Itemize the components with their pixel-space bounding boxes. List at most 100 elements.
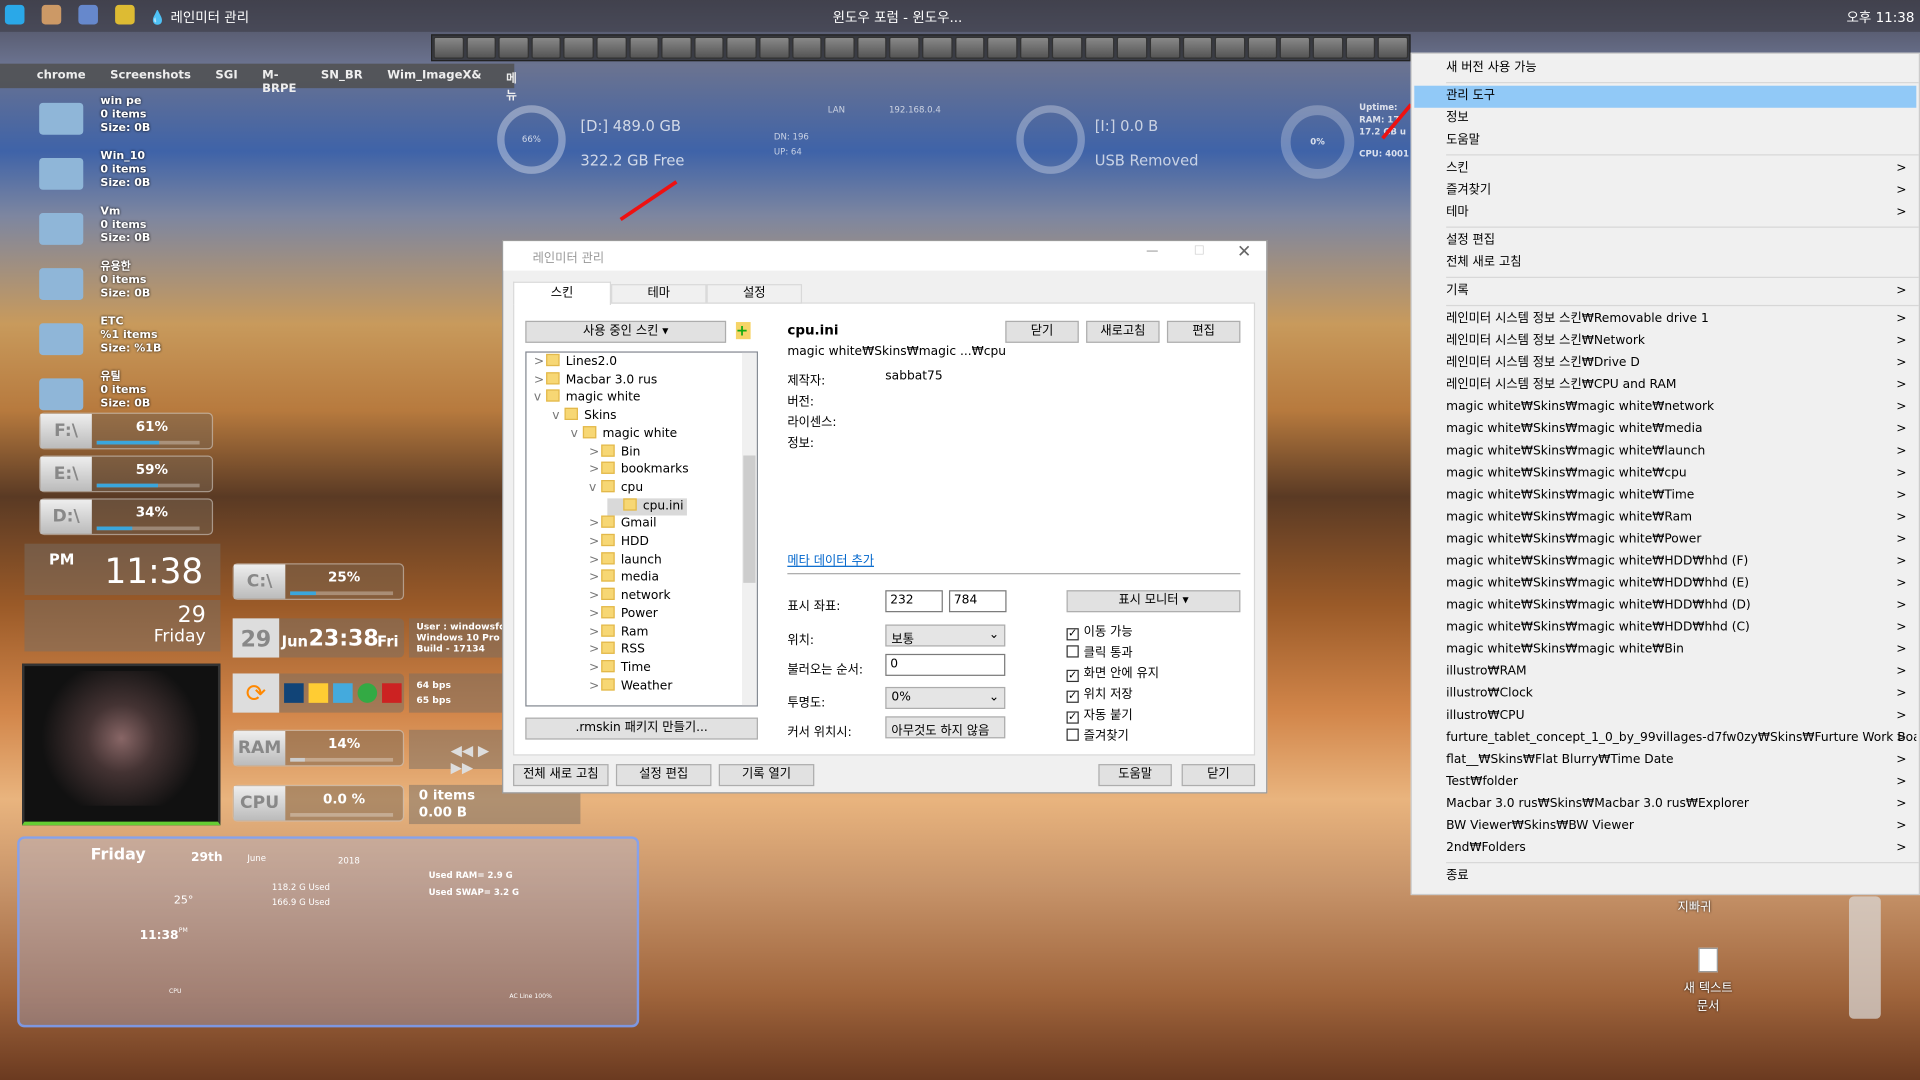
- folder-widget[interactable]: 유용한 0 items Size: 0B: [37, 261, 208, 312]
- menu-item[interactable]: 레인미터 시스템 정보 스킨₩Network >: [1414, 331, 1916, 353]
- expand-toggle[interactable]: >: [534, 354, 546, 371]
- unload-button[interactable]: 닫기: [1005, 320, 1079, 343]
- expand-toggle[interactable]: >: [589, 444, 601, 461]
- dock-app-icon[interactable]: [693, 36, 725, 59]
- tree-file[interactable]: cpu.ini: [607, 497, 688, 516]
- control-panel-icon[interactable]: [333, 683, 353, 703]
- edit-settings-button[interactable]: 설정 편집: [615, 764, 712, 787]
- dock-app-icon[interactable]: [466, 36, 497, 59]
- app-icon[interactable]: [115, 4, 135, 25]
- chrome-icon[interactable]: [357, 683, 378, 703]
- skin-tree[interactable]: > Lines2.0 > Macbar 3.0 rus v magic white v Ski…: [525, 351, 758, 707]
- dock-app-icon[interactable]: [1215, 36, 1246, 59]
- menu-item[interactable]: Macbar 3.0 rus₩Skins₩Macbar 3.0 rus₩Expl…: [1414, 793, 1916, 815]
- dock-app-icon[interactable]: [1084, 36, 1115, 59]
- menu-item[interactable]: 레인미터 시스템 정보 스킨₩CPU and RAM >: [1414, 375, 1916, 397]
- fav-item[interactable]: Screenshots: [98, 64, 203, 88]
- dock-app-icon[interactable]: [889, 36, 920, 59]
- dock-app-icon[interactable]: [433, 36, 464, 59]
- menu-item[interactable]: 관리 도구: [1414, 85, 1917, 108]
- fav-item[interactable]: chrome: [24, 64, 97, 88]
- refresh-all-button[interactable]: 전체 새로 고침: [513, 764, 609, 787]
- tree-folder[interactable]: > media: [589, 569, 659, 587]
- menu-item[interactable]: 기록 >: [1414, 280, 1916, 302]
- expand-toggle[interactable]: >: [589, 606, 601, 623]
- dock-app-icon[interactable]: [1149, 36, 1180, 59]
- expand-toggle[interactable]: v: [552, 408, 564, 425]
- menu-item[interactable]: 새 버전 사용 가능: [1414, 58, 1916, 80]
- close-dialog-button[interactable]: 닫기: [1181, 764, 1256, 787]
- tree-folder[interactable]: v magic white: [534, 389, 640, 407]
- dock-app-icon[interactable]: [498, 36, 529, 59]
- dock-app-icon[interactable]: [856, 36, 887, 59]
- option-checkbox[interactable]: 클릭 통과: [1066, 642, 1133, 660]
- computer-icon[interactable]: [284, 683, 304, 703]
- menu-item[interactable]: magic white₩Skins₩magic white₩Power >: [1414, 529, 1916, 551]
- help-button[interactable]: 도움말: [1098, 764, 1172, 787]
- refresh-button[interactable]: 새로고침: [1086, 320, 1160, 343]
- desktop-icon-text-file[interactable]: 새 텍스트 문서: [1678, 947, 1739, 1014]
- menu-item[interactable]: magic white₩Skins₩magic white₩Ram >: [1414, 507, 1916, 529]
- dock-app-icon[interactable]: [1019, 36, 1050, 59]
- dock-app-icon[interactable]: [921, 36, 953, 59]
- menu-item[interactable]: magic white₩Skins₩magic white₩launch >: [1414, 441, 1916, 463]
- menu-item[interactable]: BW Viewer₩Skins₩BW Viewer >: [1414, 816, 1916, 838]
- menu-item[interactable]: illustro₩CPU >: [1414, 705, 1916, 727]
- folder-widget[interactable]: win pe 0 items Size: 0B: [37, 96, 208, 147]
- on-hover-select[interactable]: 아무것도 하지 않음: [885, 716, 1006, 739]
- expand-toggle[interactable]: >: [589, 516, 601, 533]
- expand-toggle[interactable]: >: [589, 624, 601, 641]
- dock-app-icon[interactable]: [1052, 36, 1083, 59]
- expand-toggle[interactable]: >: [589, 552, 601, 569]
- menu-item[interactable]: 도움말: [1414, 130, 1916, 152]
- menu-item[interactable]: 전체 새로 고침: [1414, 252, 1916, 274]
- tree-folder[interactable]: v cpu: [589, 479, 643, 497]
- menu-item[interactable]: magic white₩Skins₩magic white₩network >: [1414, 397, 1916, 419]
- edit-button[interactable]: 편집: [1166, 320, 1241, 343]
- app-icon[interactable]: [41, 4, 62, 25]
- option-checkbox[interactable]: 즐겨찾기: [1066, 725, 1129, 743]
- tree-folder[interactable]: > bookmarks: [589, 461, 689, 479]
- dock-app-icon[interactable]: [791, 36, 822, 59]
- dock-app-icon[interactable]: [1117, 36, 1148, 59]
- option-checkbox[interactable]: ✓ 자동 붙기: [1066, 704, 1133, 724]
- maximize-button[interactable]: ☐: [1194, 245, 1205, 258]
- menu-item[interactable]: 레인미터 시스템 정보 스킨₩Removable drive 1 >: [1414, 309, 1916, 331]
- dock-app-icon[interactable]: [1312, 36, 1343, 59]
- dock-app-icon[interactable]: [1377, 36, 1408, 59]
- taskbar-rainmeter[interactable]: 💧 레인미터 관리: [149, 7, 249, 27]
- tree-folder[interactable]: > RSS: [589, 641, 645, 659]
- taskbar-browser[interactable]: 윈도우 포럼 - 윈도우...: [833, 7, 980, 27]
- tree-folder[interactable]: > Bin: [589, 443, 640, 461]
- expand-toggle[interactable]: >: [589, 678, 601, 695]
- dock-app-icon[interactable]: [824, 36, 855, 59]
- refresh-icon[interactable]: ⟳: [232, 673, 280, 713]
- tree-folder[interactable]: v magic white: [571, 425, 677, 443]
- menu-item[interactable]: flat__₩Skins₩Flat Blurry₩Time Date >: [1414, 749, 1916, 771]
- x-coordinate-input[interactable]: 232: [885, 590, 943, 613]
- dock-app-icon[interactable]: [661, 36, 692, 59]
- folder-widget[interactable]: ETC %1 items Size: %1B: [37, 316, 208, 367]
- menu-item[interactable]: magic white₩Skins₩magic white₩media >: [1414, 419, 1916, 441]
- dock-app-icon[interactable]: [1280, 36, 1311, 59]
- display-monitor-dropdown[interactable]: 표시 모니터 ▾: [1066, 590, 1241, 613]
- expand-toggle[interactable]: v: [589, 480, 601, 497]
- active-skins-dropdown[interactable]: 사용 중인 스킨 ▾: [525, 320, 727, 343]
- menu-item[interactable]: illustro₩Clock >: [1414, 683, 1916, 705]
- tree-folder[interactable]: > Power: [589, 605, 658, 623]
- expand-toggle[interactable]: >: [534, 372, 546, 389]
- expand-toggle[interactable]: >: [589, 570, 601, 587]
- fav-item[interactable]: 메뉴: [494, 64, 529, 103]
- expand-toggle[interactable]: >: [589, 462, 601, 479]
- add-skin-icon[interactable]: +: [735, 322, 751, 340]
- fav-item[interactable]: SN_BR: [309, 64, 375, 88]
- menu-item[interactable]: Test₩folder >: [1414, 771, 1916, 793]
- create-package-button[interactable]: .rmskin 패키지 만들기...: [525, 717, 758, 740]
- tree-folder[interactable]: > HDD: [589, 533, 649, 551]
- option-checkbox[interactable]: ✓ 이동 가능: [1066, 621, 1133, 641]
- tree-folder[interactable]: > Ram: [589, 623, 649, 641]
- tree-folder[interactable]: > Gmail: [589, 515, 657, 533]
- tab-settings[interactable]: 설정: [706, 284, 803, 304]
- tree-folder[interactable]: > Time: [589, 659, 651, 677]
- menu-item[interactable]: magic white₩Skins₩magic white₩Time >: [1414, 485, 1916, 507]
